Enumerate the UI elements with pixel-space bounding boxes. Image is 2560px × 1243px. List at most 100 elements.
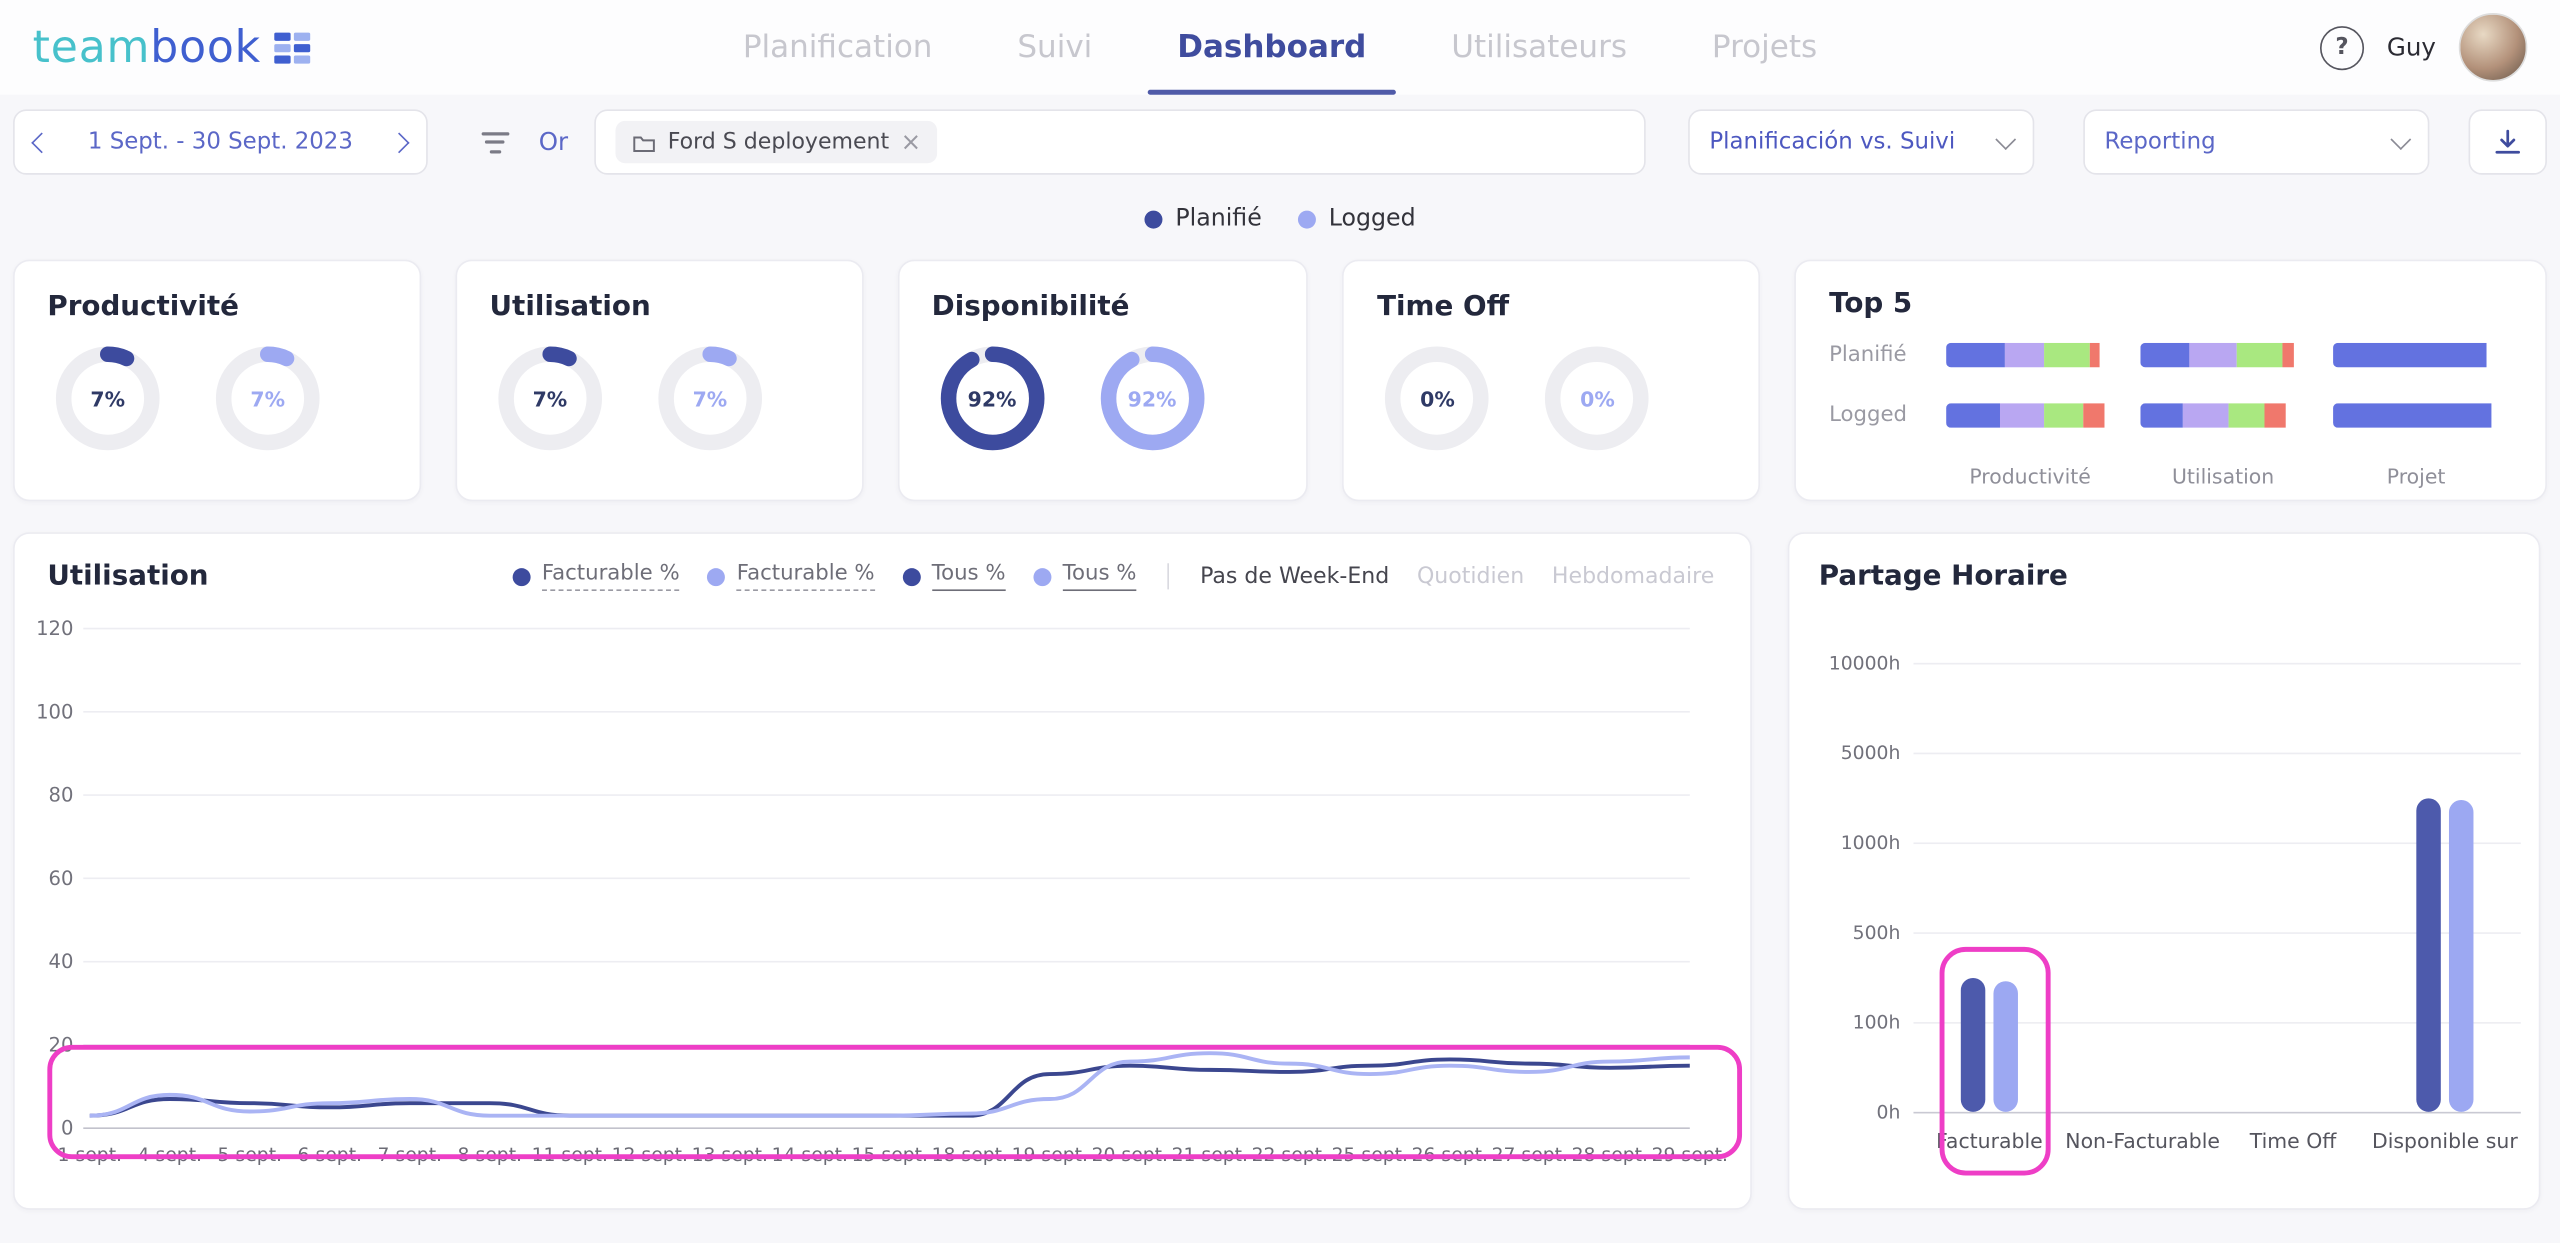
x-tick-label: 11 sept. bbox=[532, 1145, 608, 1166]
y-tick-label: 60 bbox=[49, 867, 74, 890]
x-tick-label: 18 sept. bbox=[932, 1145, 1008, 1166]
y-tick-label: 100 bbox=[36, 700, 73, 723]
bar-segment bbox=[2045, 403, 2084, 427]
mode-select[interactable]: Planificación vs. Suivi bbox=[1688, 109, 2034, 174]
x-tick-label: 15 sept. bbox=[852, 1145, 928, 1166]
gridline bbox=[1913, 663, 2520, 665]
tab-suivi[interactable]: Suivi bbox=[975, 0, 1135, 95]
donut-logged: 0% bbox=[1544, 344, 1652, 452]
kpi-title: Productivité bbox=[47, 291, 386, 324]
donut-planned: 92% bbox=[938, 344, 1046, 452]
kpi-card-timeoff: Time Off 0% 0% bbox=[1343, 260, 1761, 502]
next-period-icon[interactable] bbox=[389, 132, 410, 153]
kpi-row: Productivité 7% 7% Utilisation 7% 7% Dis… bbox=[0, 260, 2560, 502]
bar-segment bbox=[2090, 343, 2100, 367]
top5-card: Top 5 Planifié Logged Productivité Utili… bbox=[1795, 260, 2547, 502]
stacked-bar bbox=[2140, 403, 2307, 427]
bar-segment bbox=[2333, 343, 2486, 367]
filter-operator-label: Or bbox=[539, 127, 568, 156]
y-tick-label: 0 bbox=[61, 1117, 73, 1140]
stacked-bar bbox=[2333, 403, 2500, 427]
donut-logged: 7% bbox=[656, 344, 764, 452]
donut-logged: 7% bbox=[214, 344, 322, 452]
project-filter-input[interactable]: Ford S deployement × bbox=[594, 109, 1645, 174]
bar-planifie bbox=[2416, 798, 2440, 1112]
tab-dashboard[interactable]: Dashboard bbox=[1135, 0, 1409, 95]
bar-segment bbox=[2282, 343, 2293, 367]
y-tick-label: 10000h bbox=[1809, 651, 1900, 674]
toggle-quotidien[interactable]: Quotidien bbox=[1417, 563, 1524, 589]
partage-horaire-card: Partage Horaire 0h100h500h1000h5000h1000… bbox=[1788, 532, 2541, 1210]
legend-planifie: Planifié bbox=[1144, 206, 1261, 232]
prev-period-icon[interactable] bbox=[31, 132, 52, 153]
legend-facturable-planifie[interactable]: Facturable % bbox=[512, 562, 679, 591]
legend-tous-planifie[interactable]: Tous % bbox=[902, 562, 1005, 591]
main-nav: Planification Suivi Dashboard Utilisateu… bbox=[700, 0, 1859, 95]
date-range-label: 1 Sept. - 30 Sept. 2023 bbox=[88, 129, 353, 155]
bar-segment bbox=[2236, 343, 2282, 367]
donut-planned: 7% bbox=[496, 344, 604, 452]
tab-planification[interactable]: Planification bbox=[700, 0, 975, 95]
x-tick-label: 13 sept. bbox=[692, 1145, 768, 1166]
legend-tous-logged[interactable]: Tous % bbox=[1033, 562, 1136, 591]
divider bbox=[1167, 563, 1169, 589]
app-root: teambook Planification Suivi Dashboard U… bbox=[0, 0, 2560, 1242]
kpi-title: Time Off bbox=[1377, 291, 1726, 324]
toggle-hebdomadaire[interactable]: Hebdomadaire bbox=[1552, 563, 1714, 589]
help-icon[interactable]: ? bbox=[2320, 25, 2364, 69]
user-name: Guy bbox=[2387, 33, 2436, 62]
bar-segment bbox=[2084, 403, 2105, 427]
top-nav: teambook Planification Suivi Dashboard U… bbox=[0, 0, 2560, 95]
chart-title: Partage Horaire bbox=[1819, 560, 2539, 593]
folder-icon bbox=[632, 131, 656, 152]
y-tick-label: 40 bbox=[49, 950, 74, 973]
tab-projets[interactable]: Projets bbox=[1669, 0, 1859, 95]
bar-segment bbox=[2333, 403, 2491, 427]
y-tick-label: 5000h bbox=[1809, 741, 1900, 764]
project-chip[interactable]: Ford S deployement × bbox=[615, 121, 937, 163]
kpi-card-disponibilite: Disponibilité 92% 92% bbox=[897, 260, 1308, 502]
kpi-title: Utilisation bbox=[490, 291, 829, 324]
column-label: Projet bbox=[2320, 464, 2513, 488]
filter-button[interactable] bbox=[467, 111, 523, 173]
bar-segment bbox=[2140, 343, 2189, 367]
report-select[interactable]: Reporting bbox=[2083, 109, 2429, 174]
charts-row: Utilisation Facturable % Facturable % To… bbox=[0, 532, 2560, 1210]
utilisation-line-chart: 0204060801001201 sept.4 sept.5 sept.6 se… bbox=[24, 609, 1732, 1180]
y-tick-label: 120 bbox=[36, 617, 73, 640]
kpi-card-utilisation: Utilisation 7% 7% bbox=[455, 260, 863, 502]
chip-close-icon[interactable]: × bbox=[901, 130, 922, 154]
date-range-picker[interactable]: 1 Sept. - 30 Sept. 2023 bbox=[13, 109, 428, 174]
kpi-card-productivite: Productivité 7% 7% bbox=[13, 260, 421, 502]
x-category-label: Disponible sur bbox=[2369, 1128, 2521, 1152]
line-series-0 bbox=[90, 1059, 1690, 1115]
y-tick-label: 20 bbox=[49, 1033, 74, 1056]
donut-planned: 7% bbox=[54, 344, 162, 452]
x-category-label: Time Off bbox=[2217, 1128, 2369, 1152]
x-tick-label: 5 sept. bbox=[218, 1145, 282, 1166]
stacked-bar bbox=[1947, 403, 2114, 427]
x-tick-label: 14 sept. bbox=[772, 1145, 848, 1166]
planned-dot bbox=[1144, 210, 1162, 228]
user-avatar[interactable] bbox=[2459, 13, 2528, 82]
global-legend: Planifié Logged bbox=[0, 201, 2560, 237]
logo[interactable]: teambook bbox=[33, 22, 384, 73]
x-category-label: Facturable bbox=[1913, 1128, 2065, 1152]
y-tick-label: 100h bbox=[1809, 1011, 1900, 1034]
bar-segment bbox=[2189, 343, 2236, 367]
partage-bar-chart: 0h100h500h1000h5000h10000hFacturableNon-… bbox=[1809, 609, 2536, 1197]
bar-segment bbox=[2264, 403, 2285, 427]
header-right: ? Guy bbox=[2320, 13, 2527, 82]
gridline bbox=[1913, 753, 2520, 755]
tab-utilisateurs[interactable]: Utilisateurs bbox=[1409, 0, 1670, 95]
x-tick-label: 19 sept. bbox=[1012, 1145, 1088, 1166]
chevron-down-icon bbox=[2390, 128, 2411, 149]
download-button[interactable] bbox=[2469, 109, 2547, 174]
toggle-pas-de-weekend[interactable]: Pas de Week-End bbox=[1200, 563, 1389, 589]
x-category-label: Non-Facturable bbox=[2065, 1128, 2217, 1152]
y-tick-label: 500h bbox=[1809, 921, 1900, 944]
viewport: teambook Planification Suivi Dashboard U… bbox=[0, 0, 2560, 1243]
stacked-bar bbox=[2333, 343, 2500, 367]
legend-facturable-logged[interactable]: Facturable % bbox=[707, 562, 874, 591]
series-dot bbox=[902, 567, 920, 585]
